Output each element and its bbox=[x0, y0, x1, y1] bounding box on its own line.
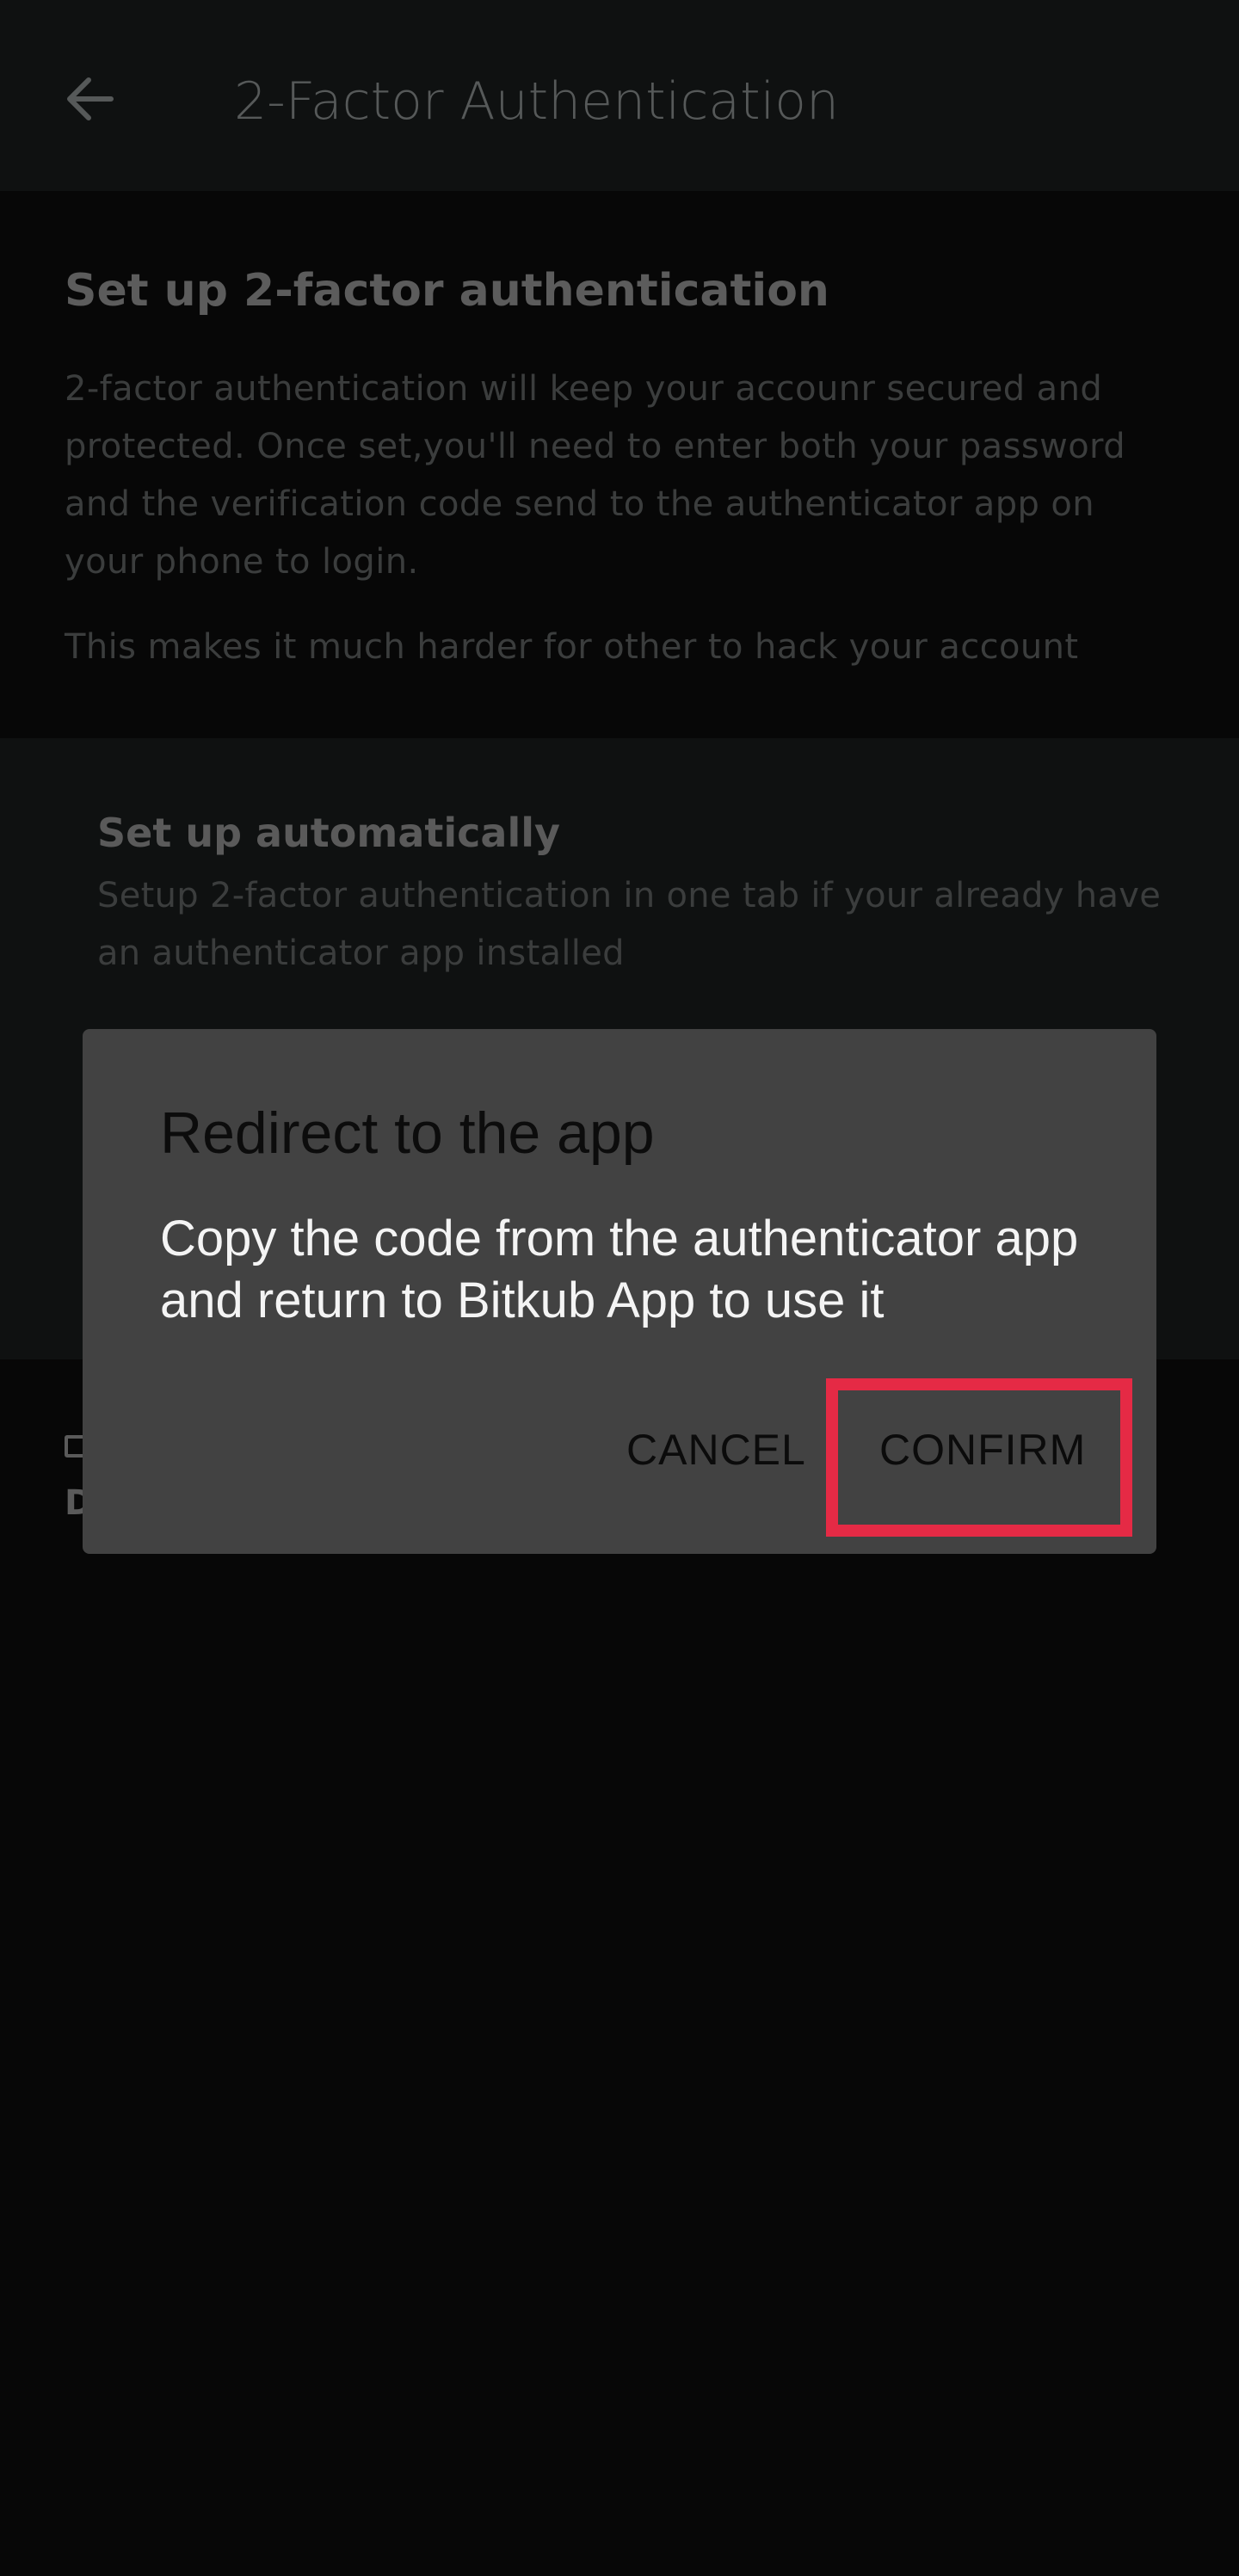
app-header: 2-Factor Authentication bbox=[0, 0, 1239, 191]
intro-note: This makes it much harder for other to h… bbox=[65, 627, 1079, 667]
setup-automatically-title: Set up automatically bbox=[97, 810, 560, 856]
dialog-message: Copy the code from the authenticator app… bbox=[160, 1211, 1079, 1328]
dialog-title: Redirect to the app bbox=[160, 1100, 655, 1166]
intro-description: 2-factor authentication will keep your a… bbox=[65, 369, 1125, 582]
page-title: 2-Factor Authentication bbox=[234, 71, 840, 132]
confirm-button[interactable]: CONFIRM bbox=[879, 1425, 1086, 1475]
app-screen: 2-Factor Authentication Set up 2-factor … bbox=[0, 0, 1239, 2576]
cancel-button[interactable]: CANCEL bbox=[626, 1425, 806, 1475]
setup-automatically-description: Setup 2-factor authentication in one tab… bbox=[97, 876, 1162, 973]
redirect-dialog: Redirect to the app Copy the code from t… bbox=[83, 1029, 1156, 1554]
intro-section: Set up 2-factor authentication 2-factor … bbox=[0, 191, 1239, 738]
arrow-left-icon bbox=[67, 77, 114, 120]
intro-title: Set up 2-factor authentication bbox=[65, 265, 829, 317]
back-button[interactable] bbox=[52, 60, 129, 138]
